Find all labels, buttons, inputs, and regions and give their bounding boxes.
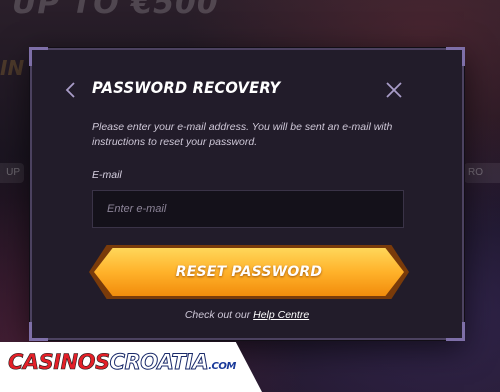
modal-title: PASSWORD RECOVERY (92, 78, 281, 97)
background-pill-right: RO (464, 163, 500, 183)
modal-corner-decoration (29, 47, 48, 66)
email-field[interactable] (92, 190, 404, 228)
chevron-left-icon (65, 82, 75, 98)
modal-corner-decoration (446, 47, 465, 66)
reset-password-label: RESET PASSWORD (175, 264, 323, 280)
back-button[interactable] (62, 80, 80, 100)
close-icon (386, 82, 402, 98)
password-recovery-modal: PASSWORD RECOVERY Please enter your e-ma… (29, 47, 465, 341)
background-promo-text: UP TO €500 (12, 0, 219, 21)
help-prefix: Check out our (184, 309, 251, 321)
close-button[interactable] (384, 80, 404, 100)
modal-corner-decoration (29, 322, 48, 341)
email-label: E-mail (92, 169, 122, 181)
modal-corner-decoration (446, 322, 465, 341)
watermark-logo: CASINOSCROATIA.COM (8, 350, 237, 375)
background-pill-left: UP (0, 163, 24, 183)
modal-description: Please enter your e-mail address. You wi… (92, 121, 393, 148)
watermark-part-casinos: CASINOS (8, 350, 111, 375)
watermark-part-com: .COM (208, 361, 236, 372)
watermark-part-croatia: CROATIA (109, 350, 209, 375)
help-centre-link[interactable]: Help Centre (253, 309, 309, 321)
help-row: Check out our Help Centre (32, 309, 462, 321)
background-promo-text-2: IN (0, 56, 25, 80)
reset-password-button[interactable]: RESET PASSWORD (89, 245, 409, 299)
